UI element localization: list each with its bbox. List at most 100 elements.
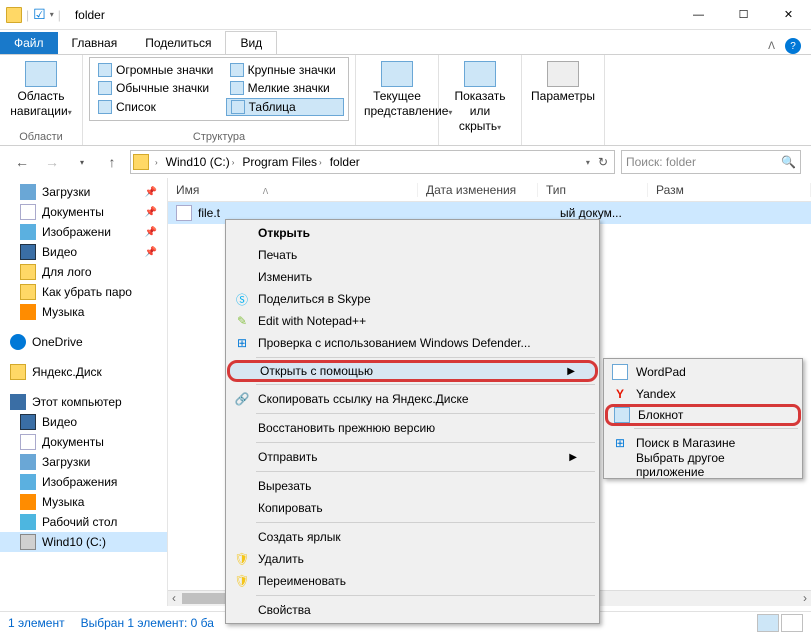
tab-share[interactable]: Поделиться <box>131 32 225 54</box>
pane-icon <box>25 61 57 87</box>
sidebar-music[interactable]: Музыка <box>0 302 167 322</box>
sidebar-onedrive[interactable]: OneDrive <box>0 332 167 352</box>
options-button[interactable]: Параметры <box>528 57 598 108</box>
layout-huge[interactable]: Огромные значки <box>94 62 222 78</box>
forward-button[interactable]: → <box>40 150 64 174</box>
options-icon <box>547 61 579 87</box>
list-icon <box>98 100 112 114</box>
ctx-properties[interactable]: Свойства <box>228 599 597 621</box>
recent-button[interactable]: ▾ <box>70 150 94 174</box>
layout-table[interactable]: Таблица <box>226 98 344 116</box>
col-type[interactable]: Тип <box>538 183 648 197</box>
ctx-edit[interactable]: Изменить <box>228 266 597 288</box>
ctx-notepadpp[interactable]: ✎Edit with Notepad++ <box>228 310 597 332</box>
up-button[interactable]: ↑ <box>100 150 124 174</box>
sidebar-documents2[interactable]: Документы <box>0 432 167 452</box>
breadcrumb-root[interactable]: › <box>151 158 162 167</box>
sub-wordpad[interactable]: WordPad <box>606 361 800 383</box>
checkbox-icon[interactable]: ☑ <box>33 6 46 23</box>
ctx-skype[interactable]: ⓈПоделиться в Skype <box>228 288 597 310</box>
breadcrumb-drive[interactable]: Wind10 (C:)› <box>162 155 239 169</box>
refresh-icon[interactable]: ↻ <box>594 155 612 169</box>
ctx-restore[interactable]: Восстановить прежнюю версию <box>228 417 597 439</box>
navigation-pane-button[interactable]: Область навигации▾ <box>6 57 76 123</box>
sidebar-forlogo[interactable]: Для лого <box>0 262 167 282</box>
table-icon <box>231 100 245 114</box>
ctx-rename[interactable]: 🛡Переименовать <box>228 570 597 592</box>
sidebar-downloads[interactable]: Загрузки📌 <box>0 182 167 202</box>
pin-icon: 📌 <box>145 187 157 198</box>
layout-large[interactable]: Крупные значки <box>226 62 344 78</box>
minimize-button[interactable]: — <box>676 0 721 30</box>
sidebar-pictures2[interactable]: Изображения <box>0 472 167 492</box>
chevron-right-icon: ▶ <box>567 366 575 377</box>
skype-icon: Ⓢ <box>234 291 250 307</box>
breadcrumb-programfiles[interactable]: Program Files› <box>238 155 325 169</box>
layout-normal[interactable]: Обычные значки <box>94 80 222 96</box>
ctx-cut[interactable]: Вырезать <box>228 475 597 497</box>
sidebar-desktop[interactable]: Рабочий стол <box>0 512 167 532</box>
music-icon <box>20 304 36 320</box>
pictures-icon <box>20 474 36 490</box>
onedrive-icon <box>10 334 26 350</box>
ctx-yandex-link[interactable]: 🔗Скопировать ссылку на Яндекс.Диске <box>228 388 597 410</box>
layout-list[interactable]: Список <box>94 98 222 116</box>
ribbon-collapse-icon[interactable]: ᐱ <box>768 41 775 52</box>
ctx-send-to[interactable]: Отправить▶ <box>228 446 597 468</box>
huge-icon <box>98 63 112 77</box>
music-icon <box>20 494 36 510</box>
sidebar-music2[interactable]: Музыка <box>0 492 167 512</box>
sidebar-thispc[interactable]: Этот компьютер <box>0 392 167 412</box>
sidebar-drive-c[interactable]: Wind10 (C:) <box>0 532 167 552</box>
ctx-copy[interactable]: Копировать <box>228 497 597 519</box>
sub-other[interactable]: Выбрать другое приложение <box>606 454 800 476</box>
col-name[interactable]: Имя ᐱ <box>168 183 418 197</box>
sub-yandex[interactable]: YYandex <box>606 383 800 405</box>
address-bar[interactable]: › Wind10 (C:)› Program Files› folder ▾ ↻ <box>130 150 615 174</box>
show-hide-button[interactable]: Показать или скрыть▾ <box>445 57 515 139</box>
ctx-open[interactable]: Открыть <box>228 222 597 244</box>
ctx-defender[interactable]: ⊞Проверка с использованием Windows Defen… <box>228 332 597 354</box>
sidebar-yadisk[interactable]: Яндекс.Диск <box>0 362 167 382</box>
sidebar-video[interactable]: Видео📌 <box>0 242 167 262</box>
tab-home[interactable]: Главная <box>58 32 132 54</box>
qat-dropdown[interactable]: ▾ <box>50 10 54 19</box>
back-button[interactable]: ← <box>10 150 34 174</box>
close-button[interactable]: ✕ <box>766 0 811 30</box>
sidebar-pictures[interactable]: Изображени📌 <box>0 222 167 242</box>
search-input[interactable]: Поиск: folder 🔍 <box>621 150 801 174</box>
large-icon <box>230 63 244 77</box>
chevron-right-icon: ▶ <box>569 452 577 463</box>
separator <box>256 413 595 414</box>
sub-notepad[interactable]: Блокнот <box>605 404 801 426</box>
ctx-print[interactable]: Печать <box>228 244 597 266</box>
breadcrumb-folder[interactable]: folder <box>326 155 364 169</box>
ribbon-group-show: Показать или скрыть▾ <box>439 55 522 145</box>
col-size[interactable]: Разм <box>648 183 811 197</box>
small-icon <box>230 81 244 95</box>
sidebar-howto[interactable]: Как убрать паро <box>0 282 167 302</box>
notepad-icon <box>614 407 630 423</box>
sidebar-documents[interactable]: Документы📌 <box>0 202 167 222</box>
ctx-delete[interactable]: 🛡Удалить <box>228 548 597 570</box>
address-dropdown-icon[interactable]: ▾ <box>582 158 594 167</box>
ribbon-group-panes: Область навигации▾ Области <box>0 55 83 145</box>
window-title: folder <box>75 8 105 22</box>
current-view-button[interactable]: Текущее представление▾ <box>362 57 432 123</box>
video-icon <box>20 414 36 430</box>
tab-file[interactable]: Файл <box>0 32 58 54</box>
layout-small[interactable]: Мелкие значки <box>226 80 344 96</box>
title-bar: | ☑ ▾ | folder — ☐ ✕ <box>0 0 811 30</box>
tab-view[interactable]: Вид <box>225 31 277 54</box>
ctx-shortcut[interactable]: Создать ярлык <box>228 526 597 548</box>
ctx-open-with[interactable]: Открыть с помощью▶ <box>227 360 598 382</box>
folder-icon <box>6 7 22 23</box>
view-thumbs-button[interactable] <box>781 614 803 632</box>
sidebar-downloads2[interactable]: Загрузки <box>0 452 167 472</box>
maximize-button[interactable]: ☐ <box>721 0 766 30</box>
view-details-button[interactable] <box>757 614 779 632</box>
separator <box>256 442 595 443</box>
sidebar-video2[interactable]: Видео <box>0 412 167 432</box>
col-date[interactable]: Дата изменения <box>418 183 538 197</box>
help-icon[interactable]: ? <box>785 38 801 54</box>
